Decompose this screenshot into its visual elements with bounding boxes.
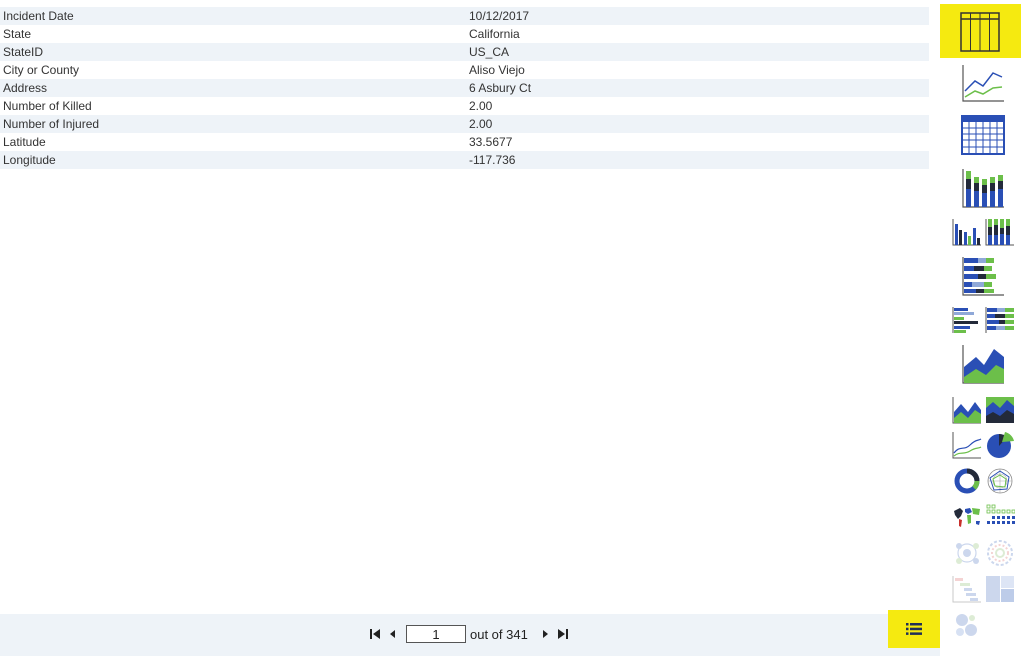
field-value: Aliso Viejo [469,63,525,77]
record-row: Incident Date 10/12/2017 [0,7,929,25]
stacked-column-100-icon [985,219,1014,246]
field-label: Longitude [0,151,469,169]
cluster-chart-icon [956,543,979,564]
field-value: US_CA [469,43,929,61]
viz-type-donut-chart-button[interactable] [952,467,982,495]
record-row: Number of Killed 2.00 [0,97,929,115]
stacked-area-100-icon [986,397,1014,423]
viz-type-clustered-column-button[interactable] [952,218,982,246]
viz-type-treemap-button[interactable] [985,575,1015,603]
field-value: 6 Asbury Ct [469,79,929,97]
field-value: 10/12/2017 [469,7,929,25]
record-row: Address 6 Asbury Ct [0,79,929,97]
record-row: State California [0,25,929,43]
clustered-column-icon [952,219,981,246]
bubble-chart-icon [956,614,977,636]
world-map-icon [954,508,980,527]
viz-type-stacked-bar-100-button[interactable] [985,306,1015,334]
list-view-toggle-button[interactable] [888,610,940,648]
record-row: Longitude -117.736 [0,151,929,169]
viz-type-stacked-bar-button[interactable] [960,255,1006,297]
record-row: StateID US_CA [0,43,929,61]
grid-icon [961,115,1005,155]
viz-type-gantt-chart-button[interactable] [952,575,982,603]
viz-type-area-chart-button[interactable] [960,343,1006,385]
viz-type-cluster-chart-button[interactable] [952,539,982,567]
viz-type-radar-chart-button[interactable] [985,467,1015,495]
field-label: Number of Killed [3,99,92,113]
stacked-bar-100-icon [985,307,1014,333]
stacked-column-icon [962,169,1004,208]
page-number-input[interactable] [406,625,466,643]
table-icon [960,12,1000,52]
pie-chart-icon [987,432,1014,458]
viz-type-stacked-area-button[interactable] [952,396,982,424]
field-label: Incident Date [0,7,469,25]
field-label: StateID [0,43,469,61]
prev-page-button[interactable] [384,624,402,644]
clustered-bar-icon [952,307,978,333]
viz-type-clustered-bar-button[interactable] [952,306,982,334]
record-row: Number of Injured 2.00 [0,115,929,133]
field-label: State [3,27,32,41]
viz-type-pie-chart-button[interactable] [985,431,1015,459]
next-page-button[interactable] [536,624,554,644]
treemap-icon [986,576,1014,602]
pager-bar: out of 341 [0,614,940,656]
line-chart-icon [962,65,1004,102]
page-count-label: out of 341 [470,626,528,642]
last-page-icon [557,629,568,639]
record-row: City or County Aliso Viejo [0,61,929,79]
field-value: 2.00 [469,99,493,113]
first-page-button[interactable] [366,624,384,644]
area-chart-icon [962,345,1004,384]
viz-type-stacked-column-100-button[interactable] [985,218,1015,246]
gantt-chart-icon [952,576,981,603]
first-page-icon [370,629,380,639]
field-label: City or County [3,63,80,77]
record-detail-table: Incident Date 10/12/2017 State California St… [0,7,929,169]
field-value: -117.736 [469,151,929,169]
stacked-area-icon [952,397,981,424]
pager: out of 341 [366,624,572,644]
field-label: Latitude [3,135,46,149]
field-label: Address [0,79,469,97]
viz-type-radial-chart-button[interactable] [985,539,1015,567]
spline-chart-icon [952,432,982,459]
record-row: Latitude 33.5677 [0,133,929,151]
dot-matrix-icon [986,504,1015,524]
radial-chart-icon [987,540,1013,566]
viz-type-stacked-area-100-button[interactable] [985,396,1015,424]
field-value: 33.5677 [469,135,513,149]
field-value: California [469,27,520,41]
field-value: 2.00 [469,115,929,133]
viz-type-spline-chart-button[interactable] [952,431,982,459]
viz-type-stacked-column-button[interactable] [960,167,1006,209]
viz-type-grid-view-button[interactable] [960,114,1006,156]
visualization-sidebar [940,0,1023,658]
donut-chart-icon [954,468,980,494]
viz-type-bubble-chart-button[interactable] [952,611,982,639]
viz-type-world-map-button[interactable] [952,503,982,531]
radar-chart-icon [987,468,1013,494]
viz-type-dot-matrix-button[interactable] [985,503,1015,531]
field-label: Number of Injured [0,115,469,133]
viz-type-table-view-button[interactable] [940,4,1021,58]
chevron-left-icon [390,630,395,638]
chevron-right-icon [542,630,548,638]
stacked-bar-icon [962,257,1004,296]
viz-type-line-chart-button[interactable] [960,61,1006,103]
list-icon [906,623,922,635]
last-page-button[interactable] [554,624,572,644]
